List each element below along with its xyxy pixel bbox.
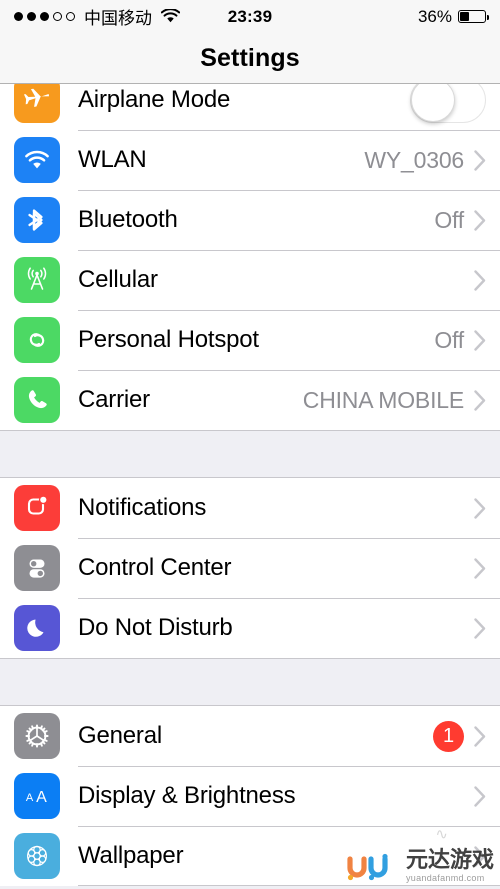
settings-row-value: WY_0306 — [364, 146, 464, 173]
airplane-icon — [14, 84, 60, 123]
gear-icon — [14, 713, 60, 759]
settings-row-label: Display & Brightness — [78, 782, 296, 809]
notification-badge-icon — [14, 485, 60, 531]
svg-text:A: A — [26, 792, 34, 804]
settings-row-accessory — [464, 269, 486, 291]
settings-row-label: Cellular — [78, 266, 158, 293]
settings-row-accessory — [474, 557, 486, 579]
status-bar-left: 中国移动 — [14, 4, 181, 29]
aa-text-icon: A A — [14, 773, 60, 819]
toggle-knob — [410, 84, 455, 122]
chevron-right-icon — [474, 269, 486, 291]
settings-row-label: Bluetooth — [78, 206, 178, 233]
watermark: 元达游戏 yuandafanmd.com — [344, 849, 494, 883]
settings-row-control-center[interactable]: Control Center — [0, 538, 500, 598]
chevron-right-icon — [474, 497, 486, 519]
settings-row-accessory: Off — [434, 207, 486, 234]
navigation-bar: Settings — [0, 33, 500, 84]
watermark-title: 元达游戏 — [405, 847, 494, 872]
watermark-text: 元达游戏 yuandafanmd.com — [406, 849, 494, 883]
airplane-mode-toggle[interactable] — [410, 84, 486, 123]
settings-row-label: Wallpaper — [78, 842, 184, 869]
battery-icon — [458, 10, 489, 23]
signal-strength-dots — [14, 12, 75, 21]
settings-row-accessory — [474, 617, 486, 639]
settings-row-value: Off — [434, 326, 464, 353]
settings-row-label: Notifications — [78, 494, 207, 521]
chevron-right-icon — [474, 617, 486, 639]
settings-row-label: Personal Hotspot — [78, 326, 259, 353]
cellular-antenna-icon — [14, 257, 60, 303]
watermark-squiggle: ∿ — [435, 826, 448, 843]
chevron-right-icon — [474, 557, 486, 579]
settings-row-notifications[interactable]: Notifications — [0, 478, 500, 538]
settings-row-label: Airplane Mode — [78, 86, 231, 113]
settings-row-accessory — [474, 497, 486, 519]
iphone-settings-screen: 中国移动 23:39 36% Settings Airplane Mode WL… — [0, 0, 500, 889]
control-center-toggles-icon — [14, 545, 60, 591]
settings-row-accessory — [474, 785, 486, 807]
signal-dot-2 — [27, 12, 36, 21]
settings-row-value: CHINA MOBILE — [302, 386, 464, 413]
settings-row-airplane-mode[interactable]: Airplane Mode — [0, 84, 500, 130]
chevron-right-icon — [474, 725, 486, 747]
settings-row-accessory: CHINA MOBILE — [303, 387, 486, 414]
moon-icon — [14, 605, 60, 651]
page-title: Settings — [200, 43, 300, 72]
settings-row-value: Off — [434, 206, 464, 233]
signal-dot-4 — [53, 12, 62, 21]
settings-row-general[interactable]: General 1 — [0, 706, 500, 766]
settings-row-accessory: WY_0306 — [364, 147, 486, 174]
settings-row-label: Carrier — [78, 386, 150, 413]
settings-row-label: Control Center — [78, 554, 232, 581]
battery-fill — [460, 12, 469, 21]
phone-icon — [14, 377, 60, 423]
wifi-icon — [14, 137, 60, 183]
settings-row-accessory — [410, 84, 486, 123]
settings-row-personal-hotspot[interactable]: Personal Hotspot Off — [0, 310, 500, 370]
chevron-right-icon — [474, 329, 486, 351]
settings-row-label: General — [78, 722, 162, 749]
wifi-icon — [160, 8, 181, 24]
settings-row-label: WLAN — [78, 146, 147, 173]
settings-row-wlan[interactable]: WLAN WY_0306 — [0, 130, 500, 190]
settings-list[interactable]: Airplane Mode WLAN WY_0306 Bluetooth Off… — [0, 84, 500, 889]
settings-row-accessory: Off — [434, 327, 486, 354]
settings-row-accessory: 1 — [433, 720, 486, 752]
battery-percent-label: 36% — [417, 6, 452, 26]
settings-row-label: Do Not Disturb — [78, 614, 233, 641]
settings-row-bluetooth[interactable]: Bluetooth Off — [0, 190, 500, 250]
watermark-url: yuandafanmd.com — [405, 873, 485, 883]
group-separator-2 — [0, 658, 500, 706]
watermark-logo-icon — [344, 853, 400, 883]
status-carrier-label: 中国移动 — [84, 9, 152, 28]
settings-group-connectivity: Airplane Mode WLAN WY_0306 Bluetooth Off… — [0, 84, 500, 430]
settings-row-cellular[interactable]: Cellular — [0, 250, 500, 310]
chevron-right-icon — [474, 389, 486, 411]
settings-row-carrier[interactable]: Carrier CHINA MOBILE — [0, 370, 500, 430]
signal-dot-3 — [40, 12, 49, 21]
bluetooth-icon — [14, 197, 60, 243]
settings-row-display-brightness[interactable]: A A Display & Brightness — [0, 766, 500, 826]
chevron-right-icon — [474, 149, 486, 171]
chevron-right-icon — [474, 785, 486, 807]
signal-dot-1 — [14, 12, 23, 21]
hotspot-link-icon — [14, 317, 60, 363]
settings-row-do-not-disturb[interactable]: Do Not Disturb — [0, 598, 500, 658]
signal-dot-5 — [66, 12, 75, 21]
battery-nub — [486, 14, 489, 20]
settings-group-notifications: Notifications Control Center Do Not Dist… — [0, 478, 500, 658]
chevron-right-icon — [474, 209, 486, 231]
svg-text:A: A — [36, 789, 47, 806]
status-bar-right: 36% — [417, 6, 489, 27]
flower-wallpaper-icon — [14, 833, 60, 879]
status-bar: 中国移动 23:39 36% — [0, 0, 500, 33]
status-badge: 1 — [433, 720, 464, 752]
group-separator-1 — [0, 430, 500, 478]
